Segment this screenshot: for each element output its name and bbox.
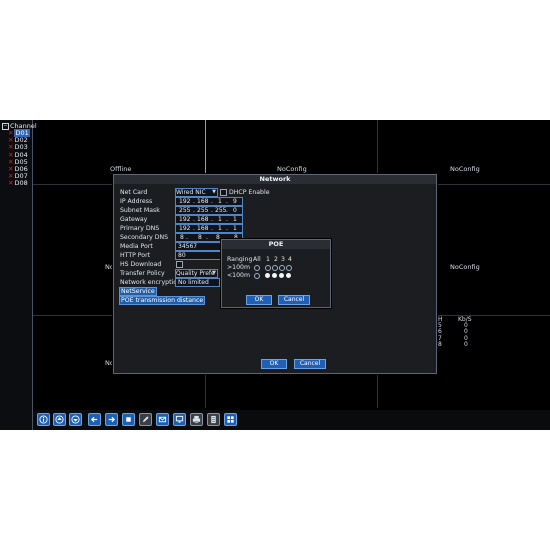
bitrate-channel: 8 <box>438 340 442 348</box>
radio-1-over-100m[interactable] <box>265 265 271 271</box>
encryption-label: Network encryption <box>120 279 181 286</box>
media-port-label: Media Port <box>120 243 153 250</box>
net-card-value: Wired NIC <box>176 189 206 196</box>
channel-item-d08[interactable]: ✕D08 <box>8 180 30 187</box>
gateway-label: Gateway <box>120 216 148 223</box>
transfer-policy-value: Quality Prefe <box>176 270 215 277</box>
col-2-label: 2 <box>274 256 278 263</box>
ip-octet: 1 <box>218 198 222 205</box>
disconnected-icon: ✕ <box>8 179 14 188</box>
arrow-right-icon[interactable] <box>105 413 118 426</box>
gateway-octet: 168 <box>197 216 209 223</box>
chevron-down-icon: ▼ <box>212 270 216 276</box>
radio-2-over-100m[interactable] <box>272 265 278 271</box>
dns1-octet: 1 <box>233 225 237 232</box>
net-card-select[interactable]: Wired NIC ▼ <box>175 188 218 197</box>
hs-download-label: HS Download <box>120 261 162 268</box>
dhcp-label: DHCP Enable <box>229 189 270 196</box>
radio-3-under-100m[interactable] <box>279 273 284 278</box>
mask-octet: 0 <box>233 207 237 214</box>
transfer-policy-label: Transfer Policy <box>120 270 165 277</box>
col-4-label: 4 <box>288 256 292 263</box>
channel-list: ✕ D01 ✕D02 ✕D03 ✕D04 ✕D05 ✕D06 ✕D07 ✕D08 <box>8 129 30 188</box>
mask-label: Subnet Mask <box>120 207 160 214</box>
video-cell-status: NoConfig <box>450 263 480 271</box>
chevron-down-icon: ▼ <box>212 189 216 195</box>
stop-icon[interactable] <box>122 413 135 426</box>
mask-octet: 255 <box>215 207 227 214</box>
poe-dialog: POE Ranging All 1 2 3 4 >100m <100m OK C… <box>221 239 331 308</box>
ok-button[interactable]: OK <box>261 359 287 369</box>
poe-ok-button[interactable]: OK <box>246 295 272 305</box>
upload-icon[interactable] <box>53 413 66 426</box>
mask-octet: 255 <box>197 207 209 214</box>
radio-2-under-100m[interactable] <box>272 273 277 278</box>
transfer-policy-select[interactable]: Quality Prefe ▼ <box>175 269 218 278</box>
video-cell-status: NoConfig <box>277 165 307 173</box>
gateway-field[interactable]: 192. 168. 1. 1 <box>175 215 243 224</box>
dns1-octet: 192 <box>179 225 191 232</box>
radio-all-under-100m[interactable] <box>254 273 260 279</box>
dns2-octet: 8 <box>216 234 220 241</box>
dhcp-checkbox[interactable] <box>220 189 227 196</box>
video-cell-status: Offline <box>110 165 132 173</box>
dvr-screen: − Channel ✕ D01 ✕D02 ✕D03 ✕D04 ✕D05 ✕D06 ✕… <box>0 120 550 430</box>
primary-dns-field[interactable]: 192. 168. 1. 1 <box>175 224 243 233</box>
col-1-label: 1 <box>266 256 270 263</box>
mask-octet: 255 <box>179 207 191 214</box>
subnet-mask-field[interactable]: 255. 255. 255. 0 <box>175 206 243 215</box>
dialog-title: Network <box>114 175 436 184</box>
bottom-toolbar <box>33 410 550 430</box>
row-over-100m-label: >100m <box>227 264 251 271</box>
radio-3-over-100m[interactable] <box>279 265 285 271</box>
gateway-octet: 1 <box>233 216 237 223</box>
download-icon[interactable] <box>69 413 82 426</box>
dns2-label: Secondary DNS <box>120 234 169 241</box>
video-cell-status: NoConfig <box>450 165 480 173</box>
ip-label: IP Address <box>120 198 153 205</box>
col-all-label: All <box>253 256 261 263</box>
print-icon[interactable] <box>190 413 203 426</box>
radio-1-under-100m[interactable] <box>265 273 270 278</box>
http-port-label: HTTP Port <box>120 252 151 259</box>
channel-panel: − Channel ✕ D01 ✕D02 ✕D03 ✕D04 ✕D05 ✕D06 ✕… <box>0 120 37 430</box>
radio-4-under-100m[interactable] <box>286 273 291 278</box>
net-card-label: Net Card <box>120 189 148 196</box>
row-under-100m-label: <100m <box>227 272 251 279</box>
dns2-octet: 8 <box>198 234 202 241</box>
bitrate-table: H Kb/S 50 60 70 80 <box>438 316 472 348</box>
ranging-label: Ranging <box>227 256 253 263</box>
radio-all-over-100m[interactable] <box>254 265 260 271</box>
ip-octet: 192 <box>179 198 191 205</box>
edit-icon[interactable] <box>139 413 152 426</box>
ip-octet: 9 <box>233 198 237 205</box>
gateway-octet: 192 <box>179 216 191 223</box>
dns2-octet: 8 <box>180 234 184 241</box>
poe-distance-button[interactable]: POE transmission distance <box>119 296 206 305</box>
col-3-label: 3 <box>281 256 285 263</box>
poe-cancel-button[interactable]: Cancel <box>278 295 310 305</box>
hs-download-checkbox[interactable] <box>176 261 183 268</box>
dns1-label: Primary DNS <box>120 225 160 232</box>
dns1-octet: 1 <box>218 225 222 232</box>
radio-4-over-100m[interactable] <box>286 265 292 271</box>
dns1-octet: 168 <box>197 225 209 232</box>
info-icon[interactable] <box>37 413 50 426</box>
bitrate-value: 0 <box>464 340 468 348</box>
file-icon[interactable] <box>207 413 220 426</box>
dialog-title: POE <box>222 240 330 249</box>
cancel-button[interactable]: Cancel <box>294 359 326 369</box>
gateway-octet: 1 <box>218 216 222 223</box>
arrow-left-icon[interactable] <box>88 413 101 426</box>
netservice-button[interactable]: NetService <box>119 287 157 296</box>
ip-address-field[interactable]: 192. 168. 1. 9 <box>175 197 243 206</box>
monitor-icon[interactable] <box>173 413 186 426</box>
ip-octet: 168 <box>197 198 209 205</box>
encryption-field[interactable]: No limited <box>175 278 220 287</box>
grid-layout-icon[interactable] <box>224 413 237 426</box>
mail-icon[interactable] <box>156 413 169 426</box>
